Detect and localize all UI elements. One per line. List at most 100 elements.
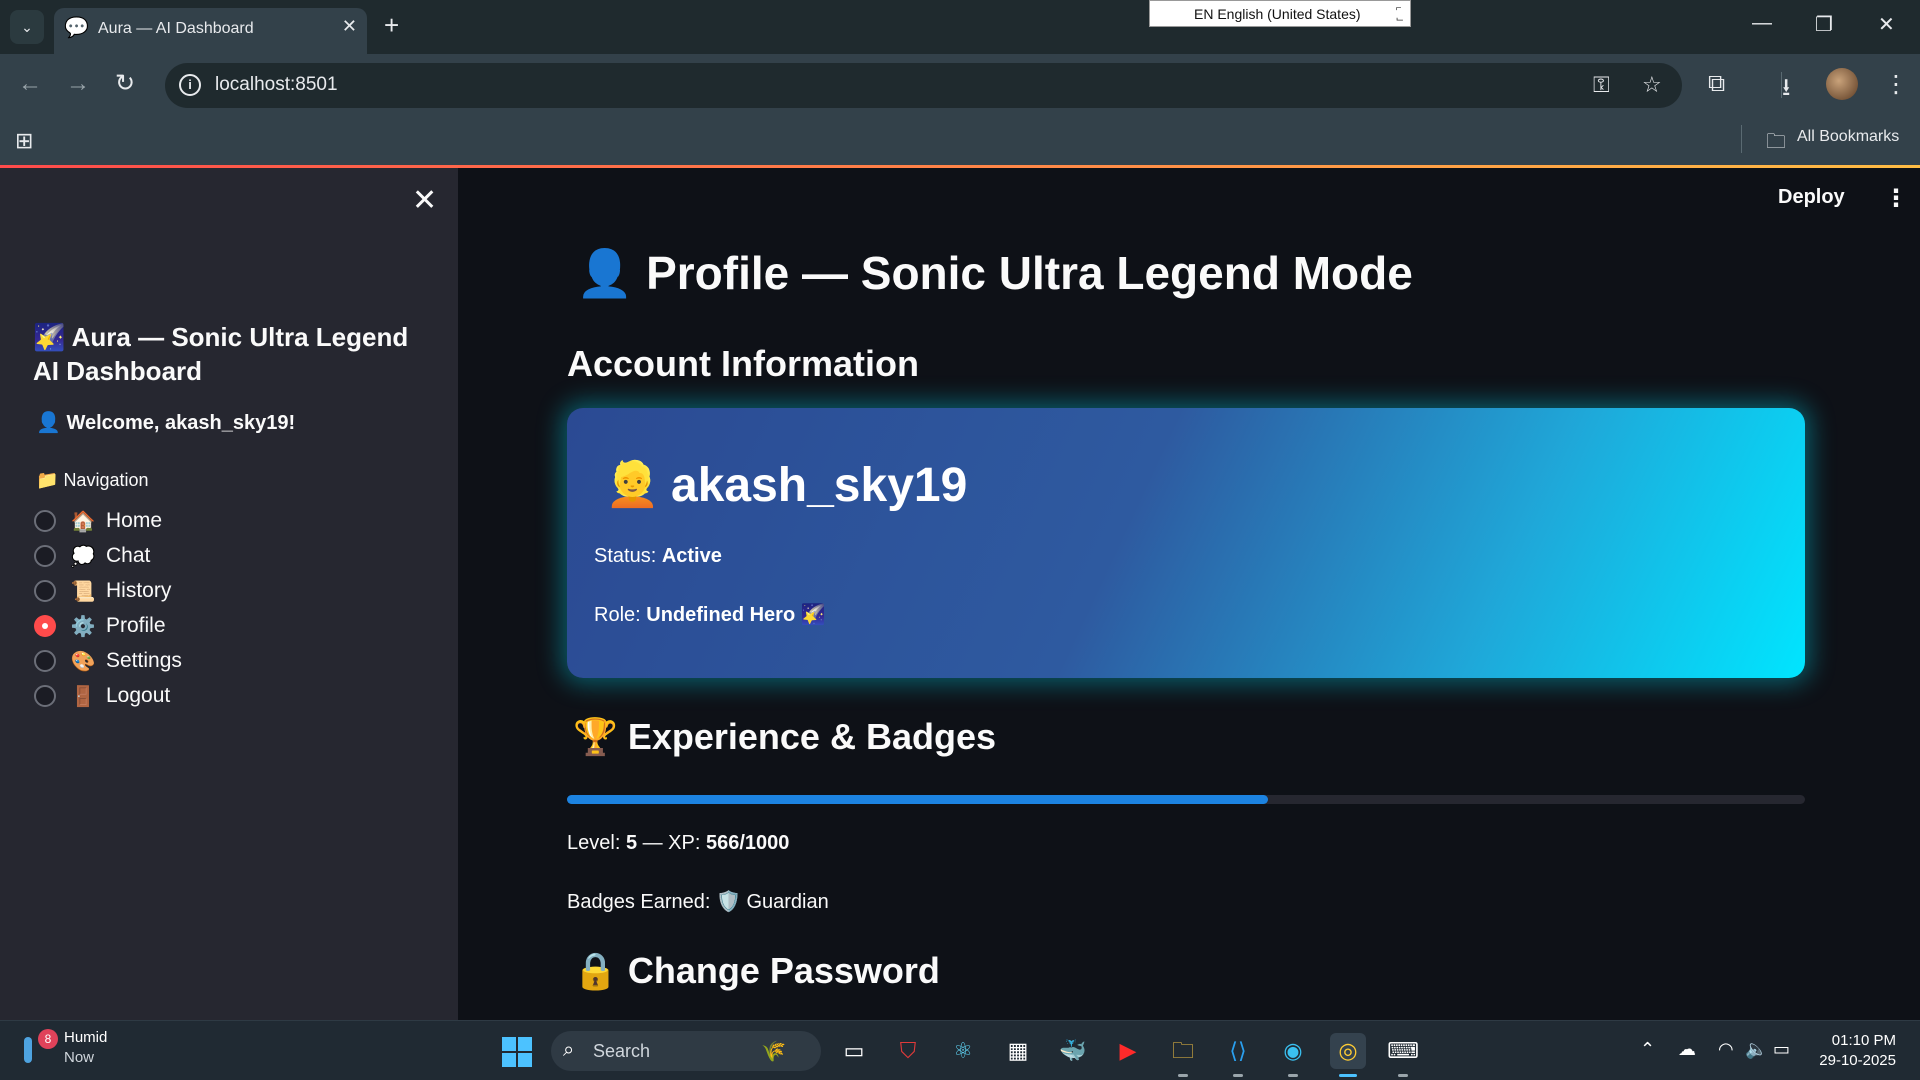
page-title: 👤 Profile — Sonic Ultra Legend Mode	[576, 246, 1413, 301]
react-atom-icon[interactable]: ⚛	[945, 1033, 981, 1069]
site-info-icon[interactable]: i	[179, 74, 201, 96]
nav-option-settings[interactable]: 🎨 Settings	[34, 646, 182, 676]
tab-title: Aura — AI Dashboard	[98, 20, 254, 37]
address-bar[interactable]: i localhost:8501 ⚿ ☆	[165, 63, 1682, 108]
navigation-label: 📁 Navigation	[36, 470, 149, 491]
nav-option-history[interactable]: 📜 History	[34, 576, 171, 606]
onedrive-cloud-icon[interactable]: ☁	[1678, 1039, 1696, 1060]
restore-icon[interactable]: ❐	[1815, 12, 1833, 37]
file-explorer-icon[interactable]: 🗀	[1165, 1033, 1201, 1077]
level-xp-line: Level: 5 — XP: 566/1000	[567, 832, 789, 855]
badges-label: Badges Earned:	[567, 891, 711, 913]
weather-subtitle: Now	[64, 1049, 95, 1066]
role-value: Undefined Hero	[646, 604, 796, 626]
radio-button[interactable]	[34, 510, 56, 532]
chrome-icon[interactable]: ◎	[1330, 1033, 1366, 1077]
battery-icon[interactable]: ▭	[1773, 1039, 1790, 1060]
ime-language-indicator[interactable]: EN English (United States) ⌐ ⌙	[1149, 0, 1411, 27]
minimize-icon[interactable]: —	[1752, 12, 1772, 35]
browser-tab-active[interactable]: 💬 Aura — AI Dashboard ✕	[54, 8, 367, 54]
role-label: Role:	[594, 604, 641, 626]
profile-avatar[interactable]	[1826, 68, 1858, 100]
nav-option-profile[interactable]: ⚙️ Profile	[34, 611, 166, 641]
back-arrow-icon[interactable]: ←	[18, 72, 42, 96]
sidebar: ✕ 🌠 Aura — Sonic Ultra Legend AI Dashboa…	[0, 168, 458, 1020]
key-icon[interactable]: ⚿	[1593, 72, 1610, 98]
page-title-text: Profile — Sonic Ultra Legend Mode	[646, 247, 1413, 299]
xp-label: — XP:	[642, 832, 701, 854]
download-icon[interactable]: ⭳	[1782, 70, 1790, 111]
microsoft-store-icon[interactable]: ▦	[1000, 1033, 1036, 1069]
volume-icon[interactable]: 🔈	[1745, 1039, 1767, 1060]
house-icon: 🏠	[70, 510, 96, 533]
sidebar-title-text: Aura — Sonic Ultra Legend AI Dashboard	[33, 322, 409, 386]
youtube-icon[interactable]: ▶	[1110, 1033, 1146, 1069]
change-password-header: 🔒 Change Password	[573, 950, 940, 992]
trophy-icon: 🏆	[573, 716, 618, 757]
account-info-header: Account Information	[567, 343, 919, 384]
forward-arrow-icon[interactable]: →	[66, 72, 90, 96]
radio-button[interactable]	[34, 580, 56, 602]
all-bookmarks-link[interactable]: All Bookmarks	[1797, 128, 1899, 146]
lock-icon: 🔒	[573, 950, 618, 991]
navigation-label-text: Navigation	[63, 470, 149, 490]
chat-bubble-icon: 💬	[64, 17, 89, 39]
vscode-icon[interactable]: ⟨⟩	[1220, 1033, 1256, 1077]
extensions-icon[interactable]: ⧉	[1708, 70, 1725, 98]
ime-expand-icon: ⌐ ⌙	[1395, 3, 1404, 25]
browser-toolbar: ← → ↻ i localhost:8501 ⚿ ☆ ⧉ ⭳ ⋮	[0, 54, 1920, 117]
tray-expand-chevron-icon[interactable]: ⌃	[1640, 1039, 1655, 1060]
change-password-header-text: Change Password	[627, 950, 940, 991]
tab-search-button[interactable]: ⌄	[10, 10, 44, 44]
terminal-icon[interactable]: ⌨	[1385, 1033, 1421, 1077]
weather-thermometer-icon[interactable]	[24, 1037, 32, 1063]
user-silhouette-icon: 👤	[576, 247, 634, 299]
status-line: Status: Active	[594, 545, 722, 568]
level-value: 5	[625, 832, 638, 854]
sidebar-close-icon[interactable]: ✕	[412, 186, 437, 216]
bookmark-star-icon[interactable]: ☆	[1642, 72, 1662, 98]
xp-progress-fill	[567, 795, 1268, 804]
radio-button[interactable]	[34, 685, 56, 707]
reload-icon[interactable]: ↻	[115, 72, 135, 96]
taskbar: 8 Humid Now ⌕ Search 🌾 ▭ ⛉ ⚛ ▦ 🐳 ▶ 🗀 ⟨⟩ …	[0, 1020, 1920, 1080]
deploy-button[interactable]: Deploy	[1778, 186, 1845, 209]
xp-value: 566/1000	[705, 832, 790, 854]
edge-icon[interactable]: ◉	[1275, 1033, 1311, 1077]
mcafee-icon[interactable]: ⛉	[890, 1033, 926, 1069]
window-close-icon[interactable]: ✕	[1878, 12, 1895, 37]
nav-option-logout[interactable]: 🚪 Logout	[34, 681, 170, 711]
palette-icon: 🎨	[70, 650, 96, 673]
browser-menu-icon[interactable]: ⋮	[1884, 70, 1908, 99]
main-content: Deploy ⋮ 👤 Profile — Sonic Ultra Legend …	[458, 168, 1920, 1020]
gear-icon: ⚙️	[70, 615, 96, 638]
wifi-icon[interactable]: ◠	[1718, 1039, 1734, 1060]
shooting-star-icon: 🌠	[800, 604, 826, 626]
windows-start-icon[interactable]	[502, 1037, 532, 1067]
task-view-icon[interactable]: ▭	[836, 1033, 872, 1069]
nav-option-label: Home	[106, 509, 163, 532]
user-face-icon: 👱	[605, 460, 660, 509]
bookmarks-bar: ⊞ 🗀 All Bookmarks	[0, 117, 1920, 165]
taskbar-search[interactable]: ⌕ Search 🌾	[551, 1031, 821, 1071]
status-value: Active	[661, 545, 722, 567]
tab-close-icon[interactable]: ✕	[342, 16, 357, 37]
nav-option-chat[interactable]: 💭 Chat	[34, 541, 150, 571]
nav-option-home[interactable]: 🏠 Home	[34, 506, 162, 536]
radio-button[interactable]	[34, 650, 56, 672]
apps-grid-icon[interactable]: ⊞	[15, 128, 33, 154]
radio-button-selected[interactable]	[34, 615, 56, 637]
weather-notification-badge: 8	[38, 1029, 58, 1049]
address-bar-url: localhost:8501	[215, 74, 338, 95]
welcome-message: 👤 Welcome, akash_sky19!	[36, 410, 295, 435]
main-menu-icon[interactable]: ⋮	[1884, 184, 1908, 213]
browser-tab-bar: ⌄ 💬 Aura — AI Dashboard ✕ + EN English (…	[0, 0, 1920, 54]
level-label: Level:	[567, 832, 621, 854]
radio-button[interactable]	[34, 545, 56, 567]
weather-title[interactable]: Humid	[64, 1029, 107, 1046]
folder-icon: 📁	[36, 470, 59, 490]
folder-icon[interactable]: 🗀	[1766, 127, 1786, 161]
new-tab-plus-icon[interactable]: +	[384, 12, 399, 38]
docker-icon[interactable]: 🐳	[1055, 1033, 1091, 1069]
taskbar-clock[interactable]: 01:10 PM 29-10-2025	[1810, 1031, 1896, 1071]
